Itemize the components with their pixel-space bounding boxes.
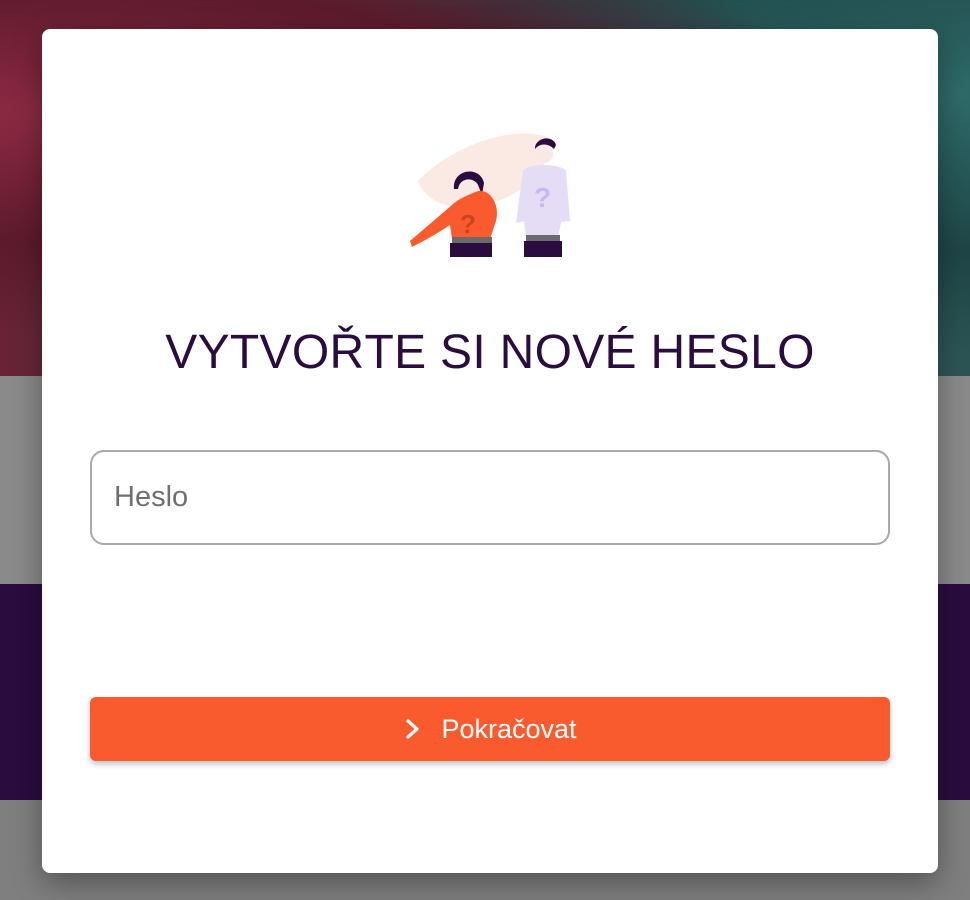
- continue-button[interactable]: Pokračovat: [90, 697, 890, 761]
- password-input[interactable]: [92, 452, 888, 543]
- continue-button-label: Pokračovat: [441, 713, 577, 744]
- svg-text:?: ?: [534, 182, 551, 213]
- confused-couple-illustration: ? ?: [410, 133, 570, 257]
- svg-text:?: ?: [460, 209, 476, 239]
- modal-title: VYTVOŘTE SI NOVÉ HESLO: [165, 326, 815, 379]
- password-field: [90, 450, 890, 545]
- create-password-modal: ? ? VYTVOŘTE SI NOVÉ HESLO Pokračovat: [42, 29, 938, 873]
- chevron-right-icon: [403, 717, 423, 741]
